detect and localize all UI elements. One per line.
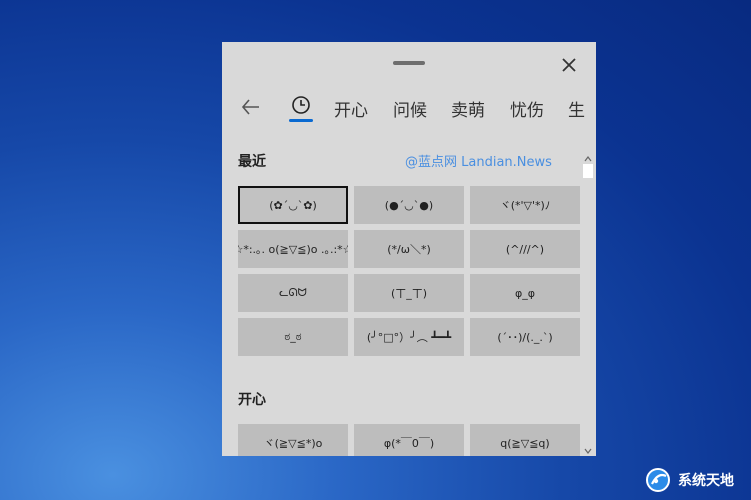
tab-happy[interactable]: 开心: [334, 96, 368, 121]
kaomoji-cell[interactable]: (*/ω＼*): [354, 230, 464, 268]
kaomoji-cell[interactable]: (^///^): [470, 230, 580, 268]
clock-icon: [292, 96, 310, 114]
scroll-up-icon[interactable]: [582, 150, 594, 162]
kaomoji-cell[interactable]: (╯°□°）╯︵ ┻━┻: [354, 318, 464, 356]
kaomoji-cell[interactable]: (✿´◡`✿): [238, 186, 348, 224]
tab-life[interactable]: 生: [568, 96, 585, 121]
kaomoji-cell[interactable]: ಠ_ಠ: [238, 318, 348, 356]
tab-cute[interactable]: 卖萌: [451, 96, 485, 121]
kaomoji-cell[interactable]: q(≧▽≦q): [470, 424, 580, 456]
logo-icon: [646, 468, 670, 492]
category-nav: 开心 问候 卖萌 忧伤 生: [222, 94, 596, 128]
close-icon[interactable]: [558, 54, 580, 76]
kaomoji-cell[interactable]: ☆*:.｡. o(≧▽≦)o .｡.:*☆: [238, 230, 348, 268]
kaomoji-cell[interactable]: ᓚᘏᗢ: [238, 274, 348, 312]
section-title-recent: 最近: [238, 154, 266, 170]
emoji-scroll-area: 最近 @蓝点网 Landian.News (✿´◡`✿) (●´◡`●) ヾ(*…: [222, 142, 596, 456]
section-title-happy: 开心: [238, 392, 266, 408]
kaomoji-cell[interactable]: φ(*￣0￣): [354, 424, 464, 456]
scroll-thumb[interactable]: [583, 164, 593, 178]
tab-recent[interactable]: [288, 94, 314, 124]
kaomoji-cell[interactable]: ヾ(*'▽'*)ﾉ: [470, 186, 580, 224]
vertical-scrollbar[interactable]: [582, 150, 594, 456]
scroll-down-icon[interactable]: [582, 442, 594, 454]
watermark: @蓝点网 Landian.News: [405, 155, 552, 170]
logo-text: 系统天地: [678, 473, 734, 489]
active-tab-indicator: [289, 119, 313, 122]
kaomoji-cell[interactable]: (●´◡`●): [354, 186, 464, 224]
kaomoji-cell[interactable]: (´･･)/(._.`): [470, 318, 580, 356]
site-logo: 系统天地: [644, 466, 748, 494]
tab-sad[interactable]: 忧伤: [510, 96, 544, 121]
kaomoji-cell[interactable]: ヾ(≧▽≦*)o: [238, 424, 348, 456]
emoji-panel: 开心 问候 卖萌 忧伤 生 最近 @蓝点网 Landian.News (✿´◡`…: [222, 42, 596, 456]
kaomoji-cell[interactable]: (ㄒ_ㄒ): [354, 274, 464, 312]
back-arrow-icon[interactable]: [240, 96, 262, 118]
tab-greetings[interactable]: 问候: [393, 96, 427, 121]
kaomoji-cell[interactable]: φ_φ: [470, 274, 580, 312]
drag-handle[interactable]: [393, 61, 425, 65]
